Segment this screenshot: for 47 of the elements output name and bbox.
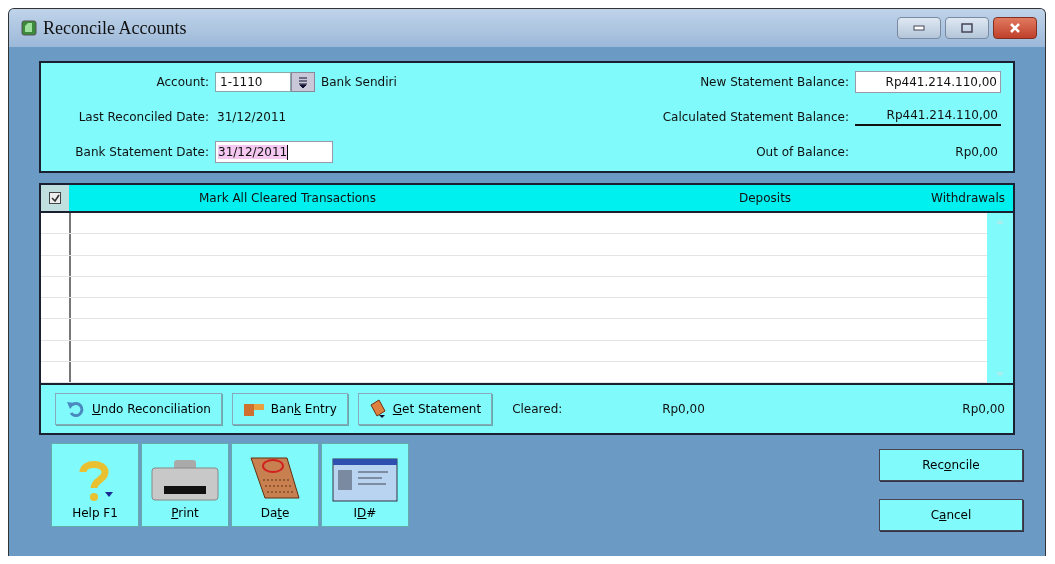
balance-value: Rp441.214.110,00	[855, 108, 1001, 126]
scroll-down-icon	[996, 372, 1004, 377]
close-icon	[1009, 23, 1021, 33]
action-button[interactable]: Undo Reconciliation	[55, 393, 222, 425]
mark-all-checkbox[interactable]	[49, 192, 61, 204]
field-label: Account:	[155, 75, 209, 89]
id-card-icon	[332, 458, 398, 502]
maximize-button[interactable]	[945, 17, 989, 39]
scrollbar[interactable]	[987, 213, 1013, 383]
dialog-button[interactable]: Reconcile	[879, 449, 1023, 481]
date-field[interactable]: 31/12/2011	[215, 141, 333, 163]
balance-field[interactable]: Rp441.214.110,00	[855, 71, 1001, 93]
action-button[interactable]: Get Statement	[357, 393, 493, 425]
minimize-icon	[913, 25, 925, 31]
action-button[interactable]: Bank Entry	[231, 393, 348, 425]
calendar-icon	[247, 454, 303, 502]
toolbar-button[interactable]: Print	[141, 443, 229, 527]
column-header[interactable]: Mark All Cleared Transactions	[199, 191, 719, 205]
close-button[interactable]	[993, 17, 1037, 39]
toolbar-button[interactable]: Help F1	[51, 443, 139, 527]
toolbar-button[interactable]: ID#	[321, 443, 409, 527]
field-label: Last Reconciled Date:	[77, 110, 209, 124]
cleared-deposits: Rp0,00	[662, 402, 706, 416]
field-label: New Statement Balance:	[700, 75, 849, 89]
window-title: Reconcile Accounts	[43, 17, 187, 39]
undo-icon	[66, 400, 86, 418]
toolbar-button[interactable]: Date	[231, 443, 319, 527]
date-value: 31/12/2011	[217, 110, 287, 124]
maximize-icon	[961, 23, 973, 33]
account-name: Bank Sendiri	[321, 75, 397, 89]
minimize-button[interactable]	[897, 17, 941, 39]
scroll-up-icon	[996, 219, 1004, 224]
account-field[interactable]: 1-1110	[215, 72, 291, 92]
printer-icon	[150, 458, 220, 502]
lookup-button[interactable]	[291, 72, 315, 92]
field-label: Calculated Statement Balance:	[662, 110, 849, 124]
field-label: Bank Statement Date:	[74, 145, 209, 159]
cleared-withdrawals: Rp0,00	[962, 402, 1005, 416]
column-header[interactable]: Withdrawals	[931, 191, 1013, 205]
balance-value: Rp0,00	[954, 145, 999, 159]
app-icon	[21, 20, 37, 36]
column-header[interactable]: Deposits	[739, 191, 859, 205]
cleared-label: Cleared:	[512, 402, 564, 416]
field-label: Out of Balance:	[756, 145, 849, 159]
list-icon	[298, 76, 308, 88]
dialog-button[interactable]: Cancel	[879, 499, 1023, 531]
document-icon	[368, 399, 387, 419]
